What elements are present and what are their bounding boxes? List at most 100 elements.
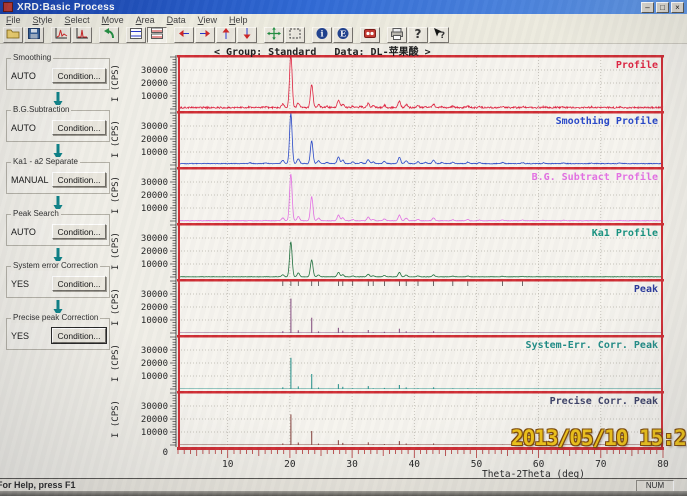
undo-arrow-icon: [102, 27, 116, 43]
chart-panels: 100002000030000I (CPS)Profile10000200003…: [110, 55, 687, 478]
move-button[interactable]: [264, 27, 284, 43]
svg-text:80: 80: [657, 459, 669, 470]
panel-smoothing-profile-plot[interactable]: 100002000030000I (CPS)Smoothing Profile: [110, 111, 687, 167]
panel-system-err-corr-peak: 100002000030000I (CPS)System-Err. Corr. …: [110, 335, 687, 391]
panel-profile: 100002000030000I (CPS)Profile: [110, 55, 687, 111]
process-step-b-g-subtraction: B.G.SubtractionAUTOCondition...: [6, 110, 110, 142]
window-title: XRD:Basic Process: [17, 2, 115, 13]
svg-text:30000: 30000: [141, 290, 168, 300]
undo-button[interactable]: [99, 27, 119, 43]
chart-curve-icon: [54, 27, 68, 43]
group-data-label: < Group: Standard Data: DL-苹果酸 >: [214, 43, 431, 58]
process-step-ka1-a2-separate: Ka1 - a2 SeparateMANUALCondition...: [6, 162, 110, 194]
menu-move[interactable]: Move: [96, 15, 130, 25]
panel-system-err-corr-peak-plot[interactable]: 100002000030000I (CPS)System-Err. Corr. …: [110, 335, 687, 391]
svg-text:50: 50: [471, 459, 483, 470]
minimize-button[interactable]: –: [641, 2, 654, 13]
step-mode-value: AUTO: [11, 71, 36, 81]
statusbar: For Help, press F1 NUM: [0, 478, 687, 491]
panel-label: System-Err. Corr. Peak: [526, 340, 658, 351]
context-help-button[interactable]: ?: [429, 27, 449, 43]
single-panel-layout-button[interactable]: [126, 27, 146, 43]
info-i-icon: i: [315, 27, 329, 43]
panel-peak-plot[interactable]: 100002000030000I (CPS)Peak: [110, 279, 687, 335]
step-title: Ka1 - a2 Separate: [11, 157, 80, 167]
shift-up-button[interactable]: [216, 27, 236, 43]
svg-text:?: ?: [440, 31, 445, 40]
context-bar: < Group: Standard Data: DL-苹果酸 >: [0, 43, 687, 55]
panel-b-g-subtract-profile-plot[interactable]: 100002000030000I (CPS)B.G. Subtract Prof…: [110, 167, 687, 223]
step-mode-value: MANUAL: [11, 175, 49, 185]
svg-text:10000: 10000: [141, 92, 168, 102]
step-title: B.G.Subtraction: [11, 105, 71, 115]
zoom-area-button[interactable]: [285, 27, 305, 43]
process-step-system-error-correction: System error CorrectionYESCondition...: [6, 266, 110, 298]
panel-b-g-subtract-profile: 100002000030000I (CPS)B.G. Subtract Prof…: [110, 167, 687, 223]
svg-text:10000: 10000: [141, 260, 168, 270]
svg-text:30: 30: [346, 459, 358, 470]
status-message: For Help, press F1: [0, 480, 76, 490]
maximize-button[interactable]: □: [656, 2, 669, 13]
x-axis-row: 01020304050607080Theta-2Theta (deg): [110, 447, 687, 478]
svg-text:20: 20: [284, 459, 296, 470]
menu-select[interactable]: Select: [59, 15, 96, 25]
panel-label: Peak: [634, 284, 658, 295]
panel-peak: 100002000030000I (CPS)Peak: [110, 279, 687, 335]
menu-style[interactable]: Style: [27, 15, 59, 25]
panel-ka1-profile-plot[interactable]: 100002000030000I (CPS)Ka1 Profile: [110, 223, 687, 279]
condition-button-system-error-correction[interactable]: Condition...: [52, 276, 106, 291]
step-title: System error Correction: [11, 261, 100, 271]
svg-text:20000: 20000: [141, 79, 168, 89]
menu-view[interactable]: View: [192, 15, 223, 25]
peak-chart-button[interactable]: [72, 27, 92, 43]
titlebar: XRD:Basic Process –□×: [0, 0, 687, 14]
move-cross-icon: [267, 27, 281, 43]
stacked-layout-icon: [150, 27, 164, 43]
condition-button-ka1-a2-separate[interactable]: Condition...: [52, 172, 106, 187]
process-step-smoothing: SmoothingAUTOCondition...: [6, 58, 110, 90]
window-controls: –□×: [641, 2, 684, 13]
info-e-button[interactable]: E: [333, 27, 353, 43]
print-button[interactable]: [387, 27, 407, 43]
open-folder-icon: [6, 27, 20, 43]
menu-file[interactable]: File: [0, 15, 27, 25]
svg-text:30000: 30000: [141, 346, 168, 356]
save-button[interactable]: [24, 27, 44, 43]
help-button[interactable]: ?: [408, 27, 428, 43]
shift-down-button[interactable]: [237, 27, 257, 43]
menu-data[interactable]: Data: [161, 15, 192, 25]
arrow-up-icon: [219, 27, 233, 43]
svg-text:30000: 30000: [141, 402, 168, 412]
step-mode-value: AUTO: [11, 227, 36, 237]
arrow-right-icon: [198, 27, 212, 43]
help-icon: ?: [411, 27, 425, 43]
panel-label: B.G. Subtract Profile: [532, 171, 658, 183]
profile-chart-button[interactable]: [51, 27, 71, 43]
menu-area[interactable]: Area: [130, 15, 161, 25]
svg-text:30000: 30000: [141, 66, 168, 76]
stacked-panel-layout-button[interactable]: [147, 27, 167, 43]
condition-button-peak-search[interactable]: Condition...: [52, 224, 106, 239]
step-mode-value: AUTO: [11, 123, 36, 133]
svg-text:20000: 20000: [141, 359, 168, 369]
step-mode-value: YES: [11, 331, 29, 341]
report-button[interactable]: [360, 27, 380, 43]
menu-help[interactable]: Help: [223, 15, 254, 25]
condition-button-b-g-subtraction[interactable]: Condition...: [52, 120, 106, 135]
panel-profile-plot[interactable]: 100002000030000I (CPS)Profile: [110, 55, 687, 111]
single-layout-icon: [129, 27, 143, 43]
svg-text:30000: 30000: [141, 178, 168, 188]
panel-smoothing-profile: 100002000030000I (CPS)Smoothing Profile: [110, 111, 687, 167]
shift-right-button[interactable]: [195, 27, 215, 43]
svg-text:10000: 10000: [141, 148, 168, 158]
app-icon: [3, 2, 13, 12]
open-button[interactable]: [3, 27, 23, 43]
info-i-button[interactable]: i: [312, 27, 332, 43]
close-button[interactable]: ×: [671, 2, 684, 13]
screen: { "window": { "title": "XRD:Basic Proces…: [0, 0, 687, 496]
shift-left-button[interactable]: [174, 27, 194, 43]
condition-button-smoothing[interactable]: Condition...: [52, 68, 106, 83]
process-step-peak-search: Peak SearchAUTOCondition...: [6, 214, 110, 246]
condition-button-precise-peak-correction[interactable]: Condition...: [52, 328, 106, 343]
step-title: Peak Search: [11, 209, 61, 219]
